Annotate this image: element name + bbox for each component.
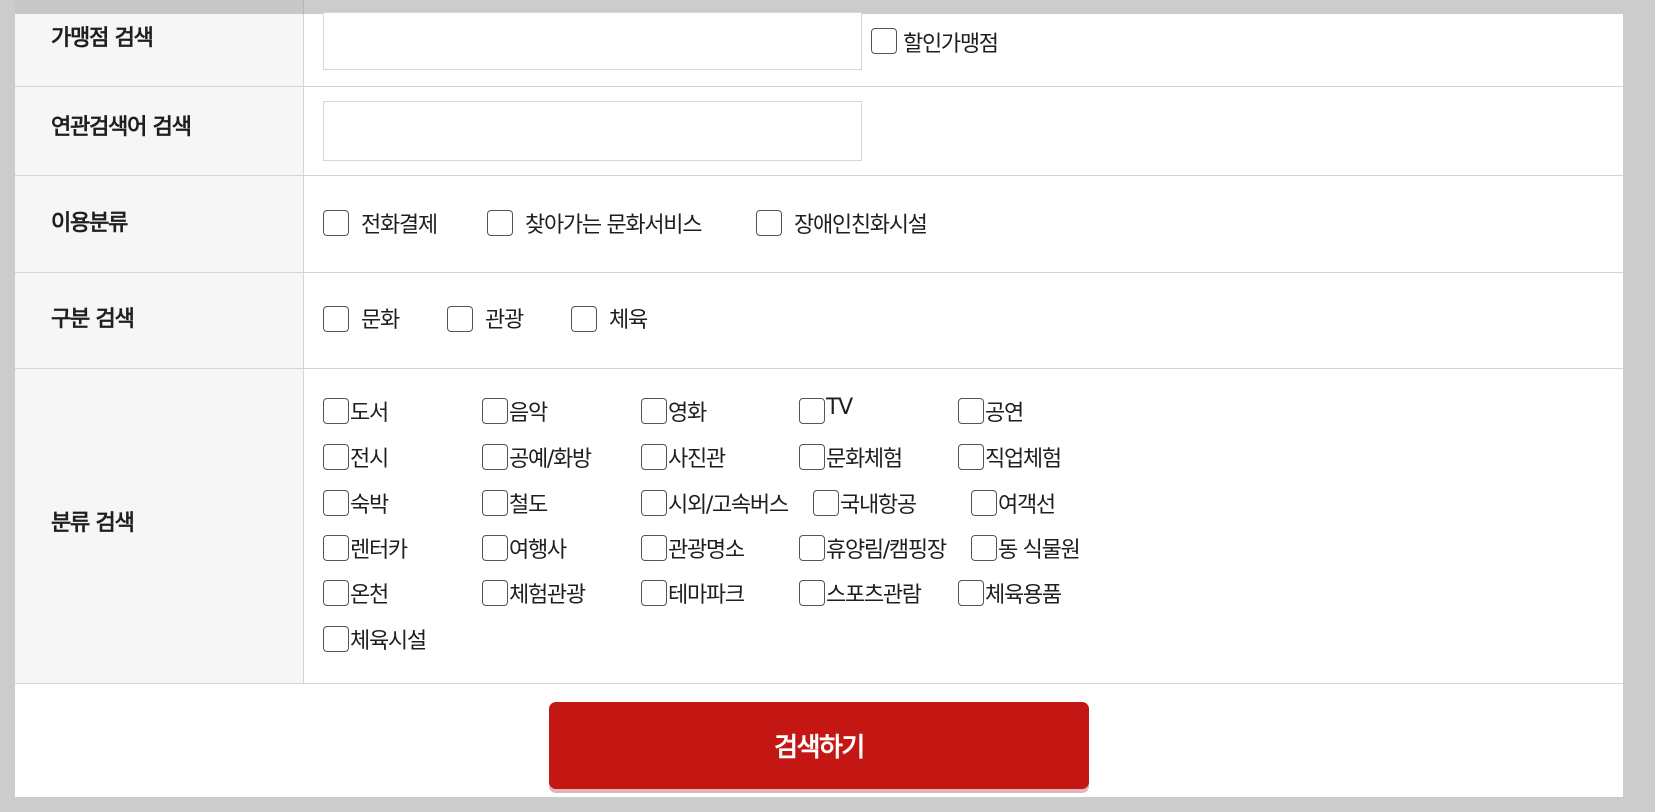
- related-search-input[interactable]: [323, 101, 862, 161]
- category-label-sports-viewing[interactable]: 스포츠관람: [826, 577, 922, 609]
- category-checkbox-sporting-goods[interactable]: [958, 580, 984, 606]
- search-button-label: 검색하기: [774, 733, 865, 763]
- category-checkbox-domestic-air[interactable]: [813, 490, 839, 516]
- category-checkbox-rental-car[interactable]: [323, 535, 349, 561]
- store-search-input[interactable]: [323, 12, 862, 70]
- category-checkbox-crafts[interactable]: [482, 444, 508, 470]
- tourism-label[interactable]: 관광: [485, 302, 524, 334]
- category-label-domestic-air[interactable]: 국내항공: [840, 487, 917, 519]
- culture-checkbox[interactable]: [323, 306, 349, 332]
- category-checkbox-ferry[interactable]: [971, 490, 997, 516]
- category-search-label: 분류 검색: [51, 511, 135, 536]
- category-label-sporting-goods[interactable]: 체육용품: [985, 577, 1062, 609]
- category-checkbox-zoo-botanical[interactable]: [971, 535, 997, 561]
- category-label-crafts[interactable]: 공예/화방: [509, 441, 592, 473]
- category-checkbox-exhibition[interactable]: [323, 444, 349, 470]
- visiting-culture-checkbox[interactable]: [487, 210, 513, 236]
- sports-label[interactable]: 체육: [609, 302, 648, 334]
- category-checkbox-hot-spring[interactable]: [323, 580, 349, 606]
- category-label-hot-spring[interactable]: 온천: [350, 577, 389, 609]
- category-label-ferry[interactable]: 여객선: [998, 487, 1056, 519]
- category-label-attractions[interactable]: 관광명소: [668, 532, 745, 564]
- category-checkbox-express-bus[interactable]: [641, 490, 667, 516]
- type-search-label: 구분 검색: [51, 307, 135, 332]
- sports-checkbox[interactable]: [571, 306, 597, 332]
- tourism-checkbox[interactable]: [447, 306, 473, 332]
- category-checkbox-railway[interactable]: [482, 490, 508, 516]
- type-search-row: 구분 검색: [15, 273, 1623, 369]
- category-label-music[interactable]: 음악: [509, 395, 548, 427]
- phone-payment-label[interactable]: 전화결제: [361, 207, 438, 239]
- category-label-experience-tour[interactable]: 체험관광: [509, 577, 586, 609]
- category-label-theme-park[interactable]: 테마파크: [668, 577, 745, 609]
- category-checkbox-tv[interactable]: [799, 398, 825, 424]
- category-label-photo-studio[interactable]: 사진관: [668, 441, 726, 473]
- category-label-exhibition[interactable]: 전시: [350, 441, 389, 473]
- discount-store-checkbox[interactable]: [871, 28, 897, 54]
- category-search-label-cell: 분류 검색: [15, 369, 304, 683]
- usage-category-label-cell: 이용분류: [15, 176, 304, 272]
- visiting-culture-label[interactable]: 찾아가는 문화서비스: [525, 207, 702, 239]
- related-search-label: 연관검색어 검색: [51, 115, 192, 140]
- category-checkbox-music[interactable]: [482, 398, 508, 424]
- store-search-label-cell: 가맹점 검색: [15, 14, 304, 86]
- category-label-rental-car[interactable]: 렌터카: [350, 532, 408, 564]
- category-checkbox-attractions[interactable]: [641, 535, 667, 561]
- category-label-performance[interactable]: 공연: [985, 395, 1024, 427]
- type-search-label-cell: 구분 검색: [15, 273, 304, 368]
- category-checkbox-performance[interactable]: [958, 398, 984, 424]
- category-checkbox-theme-park[interactable]: [641, 580, 667, 606]
- category-checkbox-books[interactable]: [323, 398, 349, 424]
- category-checkbox-sports-viewing[interactable]: [799, 580, 825, 606]
- category-label-lodging[interactable]: 숙박: [350, 487, 389, 519]
- category-label-job-experience[interactable]: 직업체험: [985, 441, 1062, 473]
- category-label-tv[interactable]: TV: [826, 395, 853, 420]
- category-label-zoo-botanical[interactable]: 동 식물원: [998, 532, 1081, 564]
- accessible-facility-checkbox[interactable]: [756, 210, 782, 236]
- related-search-label-cell: 연관검색어 검색: [15, 87, 304, 175]
- category-checkbox-culture-experience[interactable]: [799, 444, 825, 470]
- accessible-facility-label[interactable]: 장애인친화시설: [794, 207, 928, 239]
- category-label-express-bus[interactable]: 시외/고속버스: [668, 487, 789, 519]
- category-label-sports-facility[interactable]: 체육시설: [350, 623, 427, 655]
- category-checkbox-camping[interactable]: [799, 535, 825, 561]
- store-search-label: 가맹점 검색: [51, 26, 154, 51]
- category-checkbox-photo-studio[interactable]: [641, 444, 667, 470]
- category-checkbox-travel-agency[interactable]: [482, 535, 508, 561]
- category-label-books[interactable]: 도서: [350, 395, 389, 427]
- search-button[interactable]: 검색하기: [549, 702, 1089, 789]
- phone-payment-checkbox[interactable]: [323, 210, 349, 236]
- category-label-camping[interactable]: 휴양림/캠핑장: [826, 532, 947, 564]
- category-checkbox-experience-tour[interactable]: [482, 580, 508, 606]
- usage-category-label: 이용분류: [51, 211, 128, 236]
- category-label-culture-experience[interactable]: 문화체험: [826, 441, 903, 473]
- header-strip: [15, 0, 304, 14]
- category-checkbox-lodging[interactable]: [323, 490, 349, 516]
- discount-store-label[interactable]: 할인가맹점: [903, 26, 999, 58]
- category-label-travel-agency[interactable]: 여행사: [509, 532, 567, 564]
- culture-label[interactable]: 문화: [361, 302, 400, 334]
- category-checkbox-movies[interactable]: [641, 398, 667, 424]
- category-label-railway[interactable]: 철도: [509, 487, 548, 519]
- category-checkbox-sports-facility[interactable]: [323, 626, 349, 652]
- category-checkbox-job-experience[interactable]: [958, 444, 984, 470]
- category-label-movies[interactable]: 영화: [668, 395, 707, 427]
